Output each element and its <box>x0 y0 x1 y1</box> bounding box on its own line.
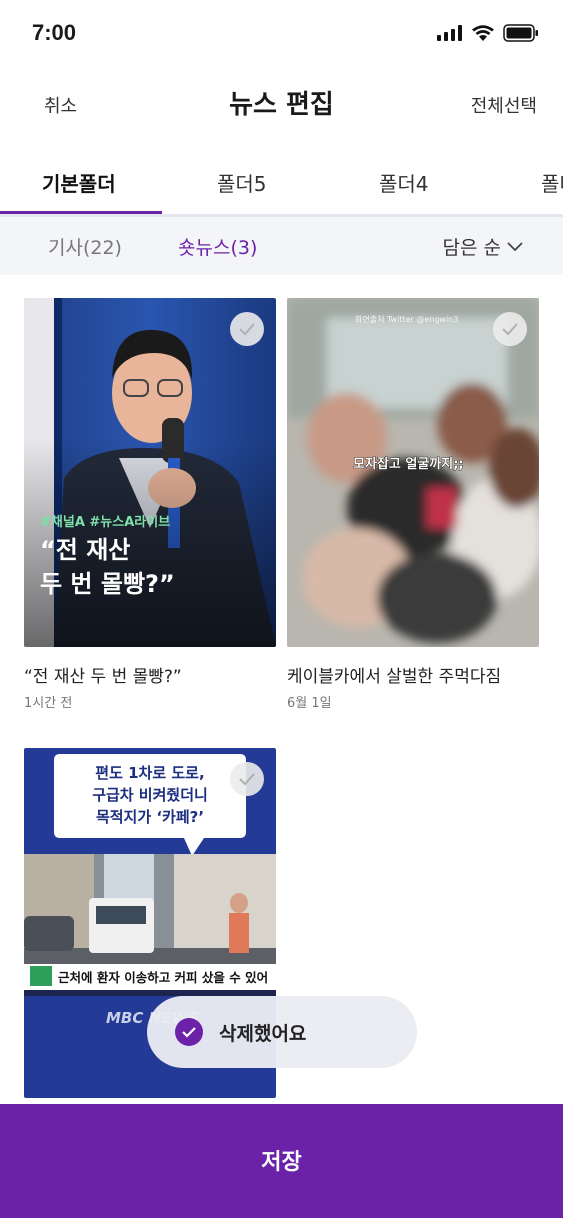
check-circle-icon <box>175 1018 203 1046</box>
chevron-down-icon <box>507 241 523 251</box>
news-thumbnail[interactable]: #채널A #뉴스A라이브 “전 재산 두 번 몰빵?” <box>24 298 276 647</box>
select-all-button[interactable]: 전체선택 <box>471 92 537 118</box>
select-checkbox[interactable] <box>230 312 264 346</box>
news-card[interactable]: 화면출처 Twitter @engwin3 모자잡고 얼굴까지;; 케이블카에서… <box>287 298 539 718</box>
subtab-articles[interactable]: 기사(22) <box>48 233 122 260</box>
bubble-line-1: 편도 1차로 도로, <box>95 764 204 782</box>
bubble-line-3: 목적지가 ‘카페?’ <box>96 808 204 826</box>
news-caption: 근처에 환자 이송하고 커피 샀을 수 있어 <box>58 970 268 985</box>
content-type-bar: 기사(22) 숏뉴스(3) 담은 순 <box>0 217 563 275</box>
card-title: 케이블카에서 살벌한 주먹다짐 <box>287 667 502 687</box>
toast-notification: 삭제했어요 <box>147 996 417 1068</box>
thumbnail-tag: #채널A #뉴스A라이브 <box>40 514 170 530</box>
news-card[interactable]: #채널A #뉴스A라이브 “전 재산 두 번 몰빵?” “전 재산 두 번 몰빵… <box>24 298 276 718</box>
tab-default-folder[interactable]: 기본폴더 <box>42 168 116 197</box>
sort-label: 담은 순 <box>442 237 501 259</box>
save-button-label: 저장 <box>261 1150 302 1175</box>
video-caption: 모자잡고 얼굴까지;; <box>353 457 464 472</box>
folder-tabs: 기본폴더 폴더5 폴더4 폴더 <box>0 150 563 217</box>
signal-icon <box>437 25 462 41</box>
active-tab-indicator <box>0 211 162 214</box>
thumbnail-headline-1: “전 재산 <box>40 536 130 564</box>
card-date: 6월 1일 <box>287 696 332 711</box>
subtab-short-news[interactable]: 숏뉴스(3) <box>178 233 257 260</box>
tab-folder-partial[interactable]: 폴더 <box>541 168 563 197</box>
thumbnail-headline-2: 두 번 몰빵?” <box>40 570 175 598</box>
sort-dropdown[interactable]: 담은 순 <box>443 233 523 260</box>
select-checkbox[interactable] <box>230 762 264 796</box>
toast-message: 삭제했어요 <box>219 1022 307 1045</box>
select-checkbox[interactable] <box>493 312 527 346</box>
top-header: 취소 뉴스 편집 전체선택 <box>0 70 563 140</box>
tab-folder5[interactable]: 폴더5 <box>217 168 267 197</box>
thumbnail-image: #채널A #뉴스A라이브 “전 재산 두 번 몰빵?” <box>24 298 276 647</box>
wifi-icon <box>472 25 494 41</box>
card-title: “전 재산 두 번 몰빵?” <box>24 667 182 687</box>
video-watermark: 화면출처 Twitter @engwin3 <box>355 314 458 324</box>
status-bar: 7:00 <box>0 0 563 64</box>
save-button[interactable]: 저장 <box>0 1104 563 1218</box>
check-icon <box>239 323 255 336</box>
tab-folder4[interactable]: 폴더4 <box>379 168 429 197</box>
check-icon <box>502 323 518 336</box>
news-thumbnail[interactable]: 화면출처 Twitter @engwin3 모자잡고 얼굴까지;; <box>287 298 539 647</box>
status-time: 7:00 <box>32 20 77 45</box>
bubble-line-2: 구급차 비켜줬더니 <box>92 786 208 804</box>
system-icons <box>437 24 539 42</box>
thumbnail-image: 화면출처 Twitter @engwin3 모자잡고 얼굴까지;; <box>287 298 539 647</box>
card-date: 1시간 전 <box>24 696 73 711</box>
battery-icon <box>503 24 538 42</box>
check-icon <box>239 773 255 786</box>
